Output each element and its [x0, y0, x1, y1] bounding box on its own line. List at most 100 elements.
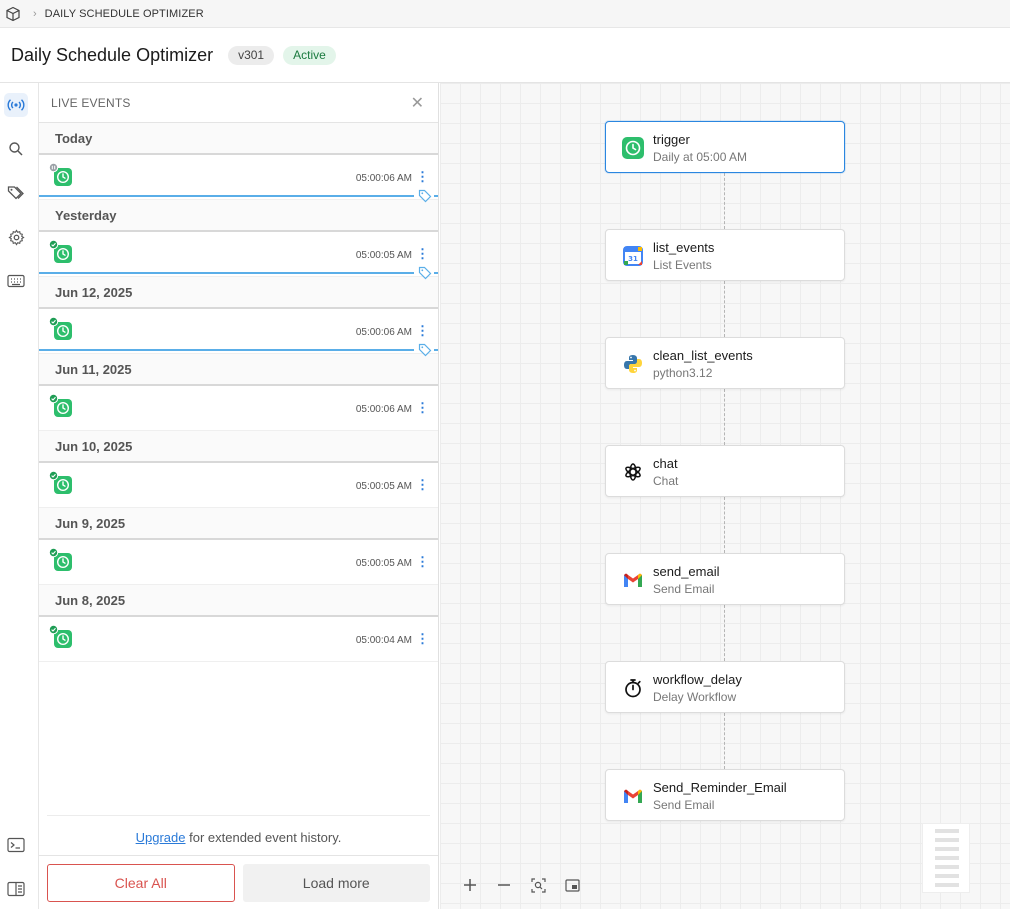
node-name: trigger	[653, 132, 690, 147]
more-vertical-icon[interactable]: ⋮	[416, 555, 429, 568]
panel-toggle-icon[interactable]	[4, 877, 28, 901]
settings-gear-icon[interactable]	[4, 225, 28, 249]
node-name: chat	[653, 456, 678, 471]
more-vertical-icon[interactable]: ⋮	[416, 401, 429, 414]
live-events-icon[interactable]	[4, 93, 28, 117]
tag-line-tail	[434, 349, 438, 351]
clear-all-button[interactable]: Clear All	[47, 864, 235, 902]
tag-icon[interactable]	[418, 266, 432, 280]
node-subtitle: python3.12	[653, 366, 713, 380]
live-events-panel: LIVE EVENTS ✕ Today 05:00:06 AM ⋮ Yesterday…	[39, 83, 439, 909]
node-name: workflow_delay	[653, 672, 742, 687]
close-icon[interactable]: ✕	[411, 93, 424, 113]
tags-icon[interactable]	[4, 181, 28, 205]
success-trigger-icon	[48, 316, 72, 340]
page-title: Daily Schedule Optimizer	[11, 44, 214, 65]
event-row[interactable]: 05:00:06 AM ⋮	[39, 386, 438, 431]
node-name: send_email	[653, 564, 720, 579]
node-connector	[724, 605, 725, 661]
panel-title: LIVE EVENTS	[51, 95, 131, 110]
node-subtitle: List Events	[653, 258, 712, 272]
event-group-label: Jun 9, 2025	[39, 508, 438, 540]
event-group-label: Jun 8, 2025	[39, 585, 438, 617]
stopwatch-icon	[622, 677, 644, 699]
chevron-right-icon: ›	[33, 7, 37, 20]
event-timestamp: 05:00:05 AM	[355, 558, 412, 569]
node-subtitle: Send Email	[653, 798, 715, 812]
tag-icon[interactable]	[418, 189, 432, 203]
node-connector	[724, 281, 725, 337]
event-group-label: Jun 11, 2025	[39, 354, 438, 386]
zoom-out-icon[interactable]	[494, 875, 514, 895]
node-subtitle: Delay Workflow	[653, 690, 737, 704]
node-connector	[724, 173, 725, 229]
event-row[interactable]: 05:00:06 AM ⋮	[39, 155, 438, 203]
zoom-in-icon[interactable]	[460, 875, 480, 895]
success-trigger-icon	[48, 393, 72, 417]
svg-text:31: 31	[628, 255, 638, 263]
terminal-icon[interactable]	[4, 833, 28, 857]
workflow-node-send-email[interactable]: send_email Send Email	[605, 553, 845, 605]
event-timestamp: 05:00:06 AM	[355, 327, 412, 338]
breadcrumb-workflow[interactable]: DAILY SCHEDULE OPTIMIZER	[45, 8, 204, 20]
left-icon-rail	[0, 83, 39, 909]
minimap-toggle-icon[interactable]	[562, 875, 582, 895]
keyboard-icon[interactable]	[4, 269, 28, 293]
more-vertical-icon[interactable]: ⋮	[416, 170, 429, 183]
node-connector	[724, 497, 725, 553]
event-timestamp: 05:00:06 AM	[355, 404, 412, 415]
event-row[interactable]: 05:00:06 AM ⋮	[39, 309, 438, 357]
load-more-button[interactable]: Load more	[242, 864, 430, 902]
event-row[interactable]: 05:00:05 AM ⋮	[39, 540, 438, 585]
event-row[interactable]: 05:00:05 AM ⋮	[39, 232, 438, 280]
success-trigger-icon	[48, 547, 72, 571]
node-subtitle: Send Email	[653, 582, 715, 596]
event-groups: Today 05:00:06 AM ⋮ Yesterday 05:00:05 AM ⋮ Ju…	[39, 123, 438, 662]
workflow-canvas[interactable]: trigger Daily at 05:00 AM 31 list_events Lis…	[440, 83, 1010, 909]
minimap[interactable]	[922, 823, 970, 893]
workflow-node-trigger[interactable]: trigger Daily at 05:00 AM	[605, 121, 845, 173]
node-name: clean_list_events	[653, 348, 753, 363]
more-vertical-icon[interactable]: ⋮	[416, 632, 429, 645]
search-icon[interactable]	[4, 137, 28, 161]
tag-line	[39, 272, 414, 274]
event-timestamp: 05:00:05 AM	[355, 481, 412, 492]
more-vertical-icon[interactable]: ⋮	[416, 478, 429, 491]
success-trigger-icon	[48, 239, 72, 263]
tag-icon[interactable]	[418, 343, 432, 357]
paused-trigger-icon	[48, 162, 72, 186]
clock-icon	[622, 137, 644, 159]
gmail-icon	[622, 569, 644, 591]
node-name: Send_Reminder_Email	[653, 780, 787, 795]
workflow-node-send-reminder-email[interactable]: Send_Reminder_Email Send Email	[605, 769, 845, 821]
google-calendar-icon: 31	[622, 245, 644, 267]
upgrade-link[interactable]: Upgrade	[136, 830, 186, 845]
status-badge: Active	[283, 45, 336, 65]
panel-header: LIVE EVENTS ✕	[39, 83, 438, 123]
event-row[interactable]: 05:00:05 AM ⋮	[39, 463, 438, 508]
more-vertical-icon[interactable]: ⋮	[416, 324, 429, 337]
event-row[interactable]: 05:00:04 AM ⋮	[39, 617, 438, 662]
more-vertical-icon[interactable]: ⋮	[416, 247, 429, 260]
breadcrumb-bar: › DAILY SCHEDULE OPTIMIZER	[0, 0, 1010, 28]
workflow-node-clean-list-events[interactable]: clean_list_events python3.12	[605, 337, 845, 389]
workflow-node-workflow-delay[interactable]: workflow_delay Delay Workflow	[605, 661, 845, 713]
node-name: list_events	[653, 240, 715, 255]
upgrade-notice: Upgrade for extended event history.	[47, 815, 430, 855]
success-trigger-icon	[48, 470, 72, 494]
cube-logo-icon[interactable]	[2, 3, 24, 25]
node-subtitle: Daily at 05:00 AM	[653, 150, 748, 164]
node-connector	[724, 389, 725, 445]
canvas-toolbar	[460, 875, 582, 895]
fit-view-icon[interactable]	[528, 875, 548, 895]
workflow-node-list-events[interactable]: 31 list_events List Events	[605, 229, 845, 281]
gmail-icon	[622, 785, 644, 807]
version-badge[interactable]: v301	[228, 45, 275, 65]
node-subtitle: Chat	[653, 474, 679, 488]
workflow-node-chat[interactable]: chat Chat	[605, 445, 845, 497]
event-group-label: Jun 12, 2025	[39, 277, 438, 309]
tag-line-tail	[434, 195, 438, 197]
tag-line	[39, 195, 414, 197]
upgrade-text: for extended event history.	[185, 830, 342, 845]
event-timestamp: 05:00:06 AM	[355, 173, 412, 184]
